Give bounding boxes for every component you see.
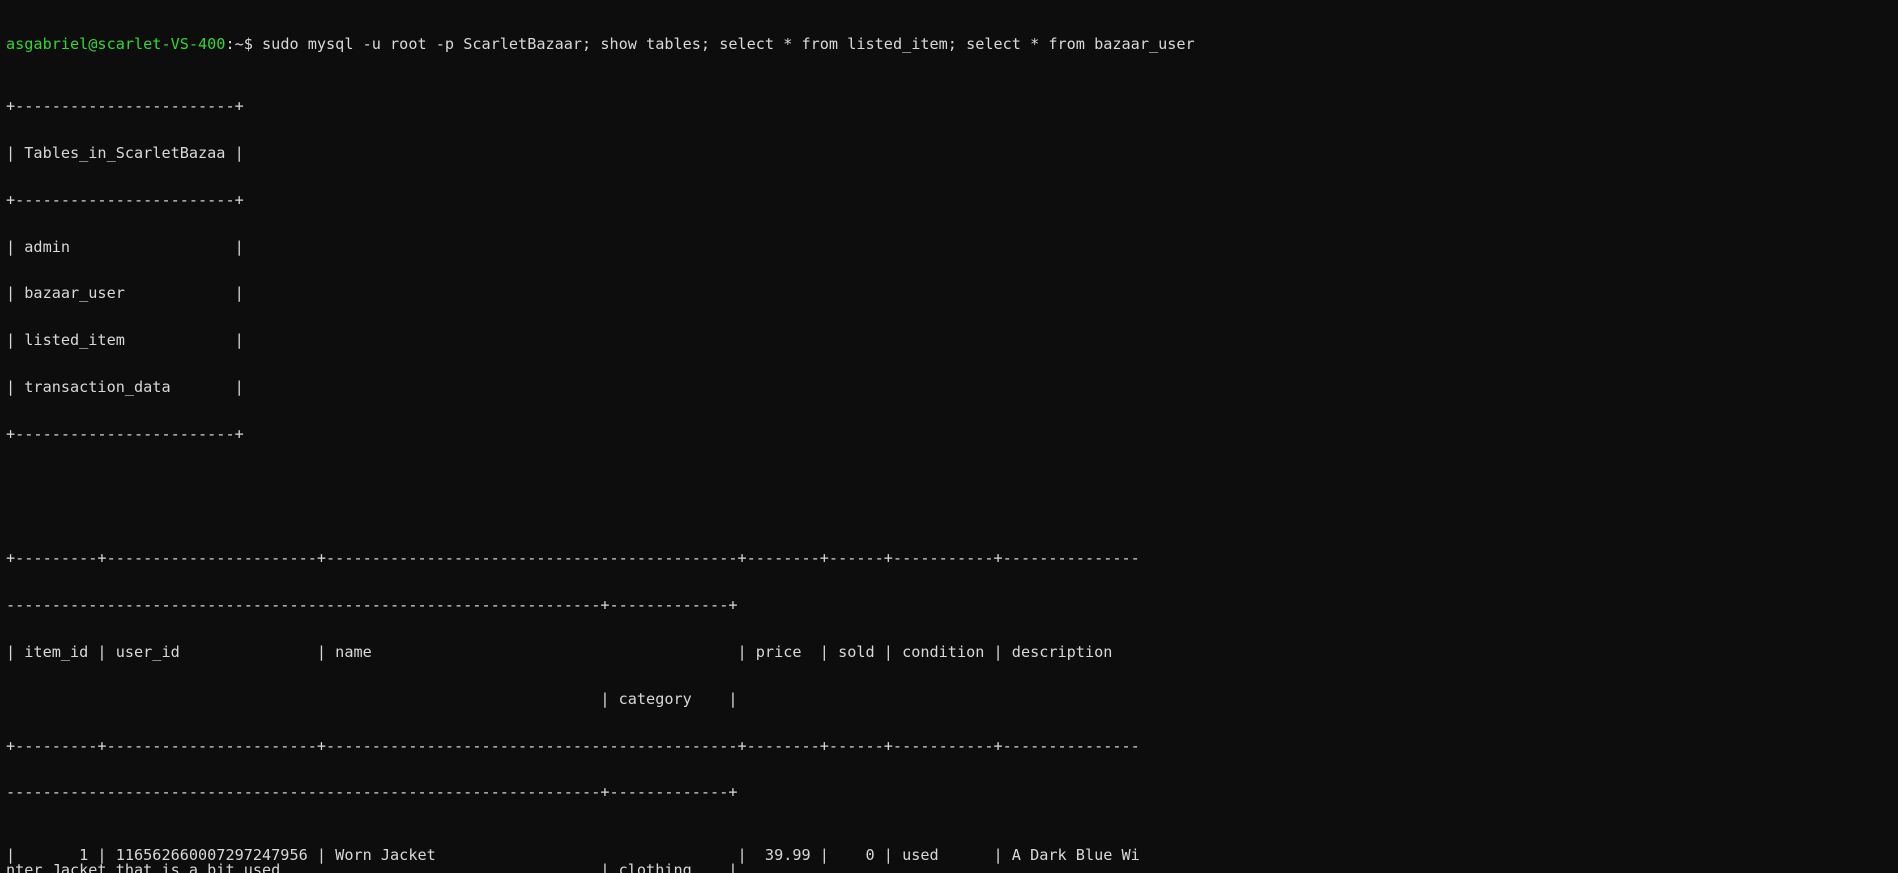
listed-item-head-rule-a: +---------+-----------------------+-----… xyxy=(6,736,1140,755)
tables-list-top-rule: +------------------------+ xyxy=(6,97,244,116)
listed-item-header-a: | item_id | user_id | name | price | sol… xyxy=(6,642,1140,661)
listed-item-top-rule-b: ----------------------------------------… xyxy=(6,596,738,615)
terminal-line: nter Jacket that is a bit used | clothin… xyxy=(6,861,738,873)
listed-item-head-rule-b: ----------------------------------------… xyxy=(6,783,738,802)
tables-list-row: | transaction_data | xyxy=(6,377,244,396)
shell-prompt-line: asgabriel@scarlet-VS-400:~$ sudo mysql -… xyxy=(6,34,1195,53)
shell-prompt-command: :~$ sudo mysql -u root -p ScarletBazaar;… xyxy=(225,34,1195,53)
terminal-window[interactable]: asgabriel@scarlet-VS-400:~$ sudo mysql -… xyxy=(0,0,1898,873)
tables-list-mid-rule: +------------------------+ xyxy=(6,190,244,209)
terminal-screen: asgabriel@scarlet-VS-400:~$ sudo mysql -… xyxy=(6,0,1195,873)
tables-list-row: | admin | xyxy=(6,237,244,256)
shell-prompt-user: asgabriel@scarlet-VS-400 xyxy=(6,34,226,53)
tables-list-bottom-rule: +------------------------+ xyxy=(6,424,244,443)
tables-list-row: | listed_item | xyxy=(6,331,244,350)
tables-list-row: | bazaar_user | xyxy=(6,284,244,303)
listed-item-header-b: | category | xyxy=(6,689,738,708)
listed-item-top-rule-a: +---------+-----------------------+-----… xyxy=(6,549,1140,568)
listed-item-rows: | 1 | 116562660007297247956 | Worn Jacke… xyxy=(6,847,1195,873)
spacer-line xyxy=(6,489,1195,505)
tables-list-header-row: | Tables_in_ScarletBazaa | xyxy=(6,143,244,162)
